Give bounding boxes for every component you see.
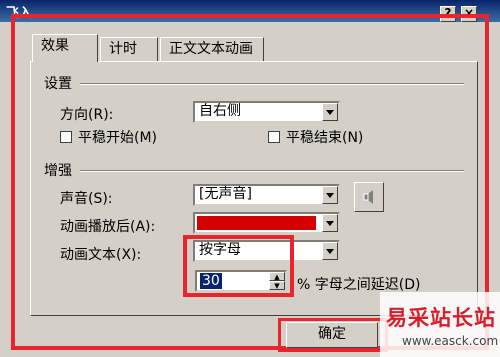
- delay-suffix-label: % 字母之间延迟(D): [297, 277, 421, 293]
- after-animation-select[interactable]: [193, 212, 340, 234]
- after-animation-color-swatch: [197, 216, 316, 230]
- settings-divider: [80, 83, 464, 85]
- chevron-down-icon[interactable]: [322, 242, 338, 260]
- tab-effect[interactable]: 效果: [32, 34, 98, 62]
- watermark-url: www.easck.com: [402, 334, 499, 348]
- chevron-down-icon[interactable]: [322, 186, 338, 204]
- speaker-icon: [363, 190, 373, 204]
- chevron-down-icon[interactable]: [322, 214, 338, 232]
- enhance-divider: [80, 170, 464, 172]
- watermark: 易采站长站 www.easck.com: [380, 292, 500, 357]
- chevron-down-icon[interactable]: [322, 103, 338, 121]
- direction-select[interactable]: 自右侧: [193, 101, 340, 123]
- direction-label: 方向(R):: [60, 107, 114, 123]
- after-animation-label: 动画播放后(A):: [60, 219, 156, 235]
- animate-text-label: 动画文本(X):: [60, 247, 142, 263]
- sound-value: [无声音]: [199, 186, 252, 202]
- smooth-end-label: 平稳结束(N): [286, 130, 364, 146]
- smooth-start-label: 平稳开始(M): [78, 130, 158, 146]
- enhance-section-title: 增强: [44, 163, 72, 179]
- settings-section-title: 设置: [44, 76, 72, 92]
- smooth-start-checkbox[interactable]: [60, 131, 72, 143]
- highlight-box-ok: [278, 318, 388, 352]
- speaker-button[interactable]: [354, 182, 384, 212]
- watermark-text: 易采站长站: [386, 305, 496, 330]
- sound-select[interactable]: [无声音]: [193, 184, 340, 206]
- sound-label: 声音(S):: [60, 191, 113, 207]
- highlight-box-text: [183, 235, 294, 297]
- tab-timing[interactable]: 计时: [100, 37, 158, 61]
- tab-text-animation[interactable]: 正文文本动画: [160, 37, 264, 61]
- smooth-end-checkbox[interactable]: [268, 131, 280, 143]
- direction-value: 自右侧: [199, 103, 241, 119]
